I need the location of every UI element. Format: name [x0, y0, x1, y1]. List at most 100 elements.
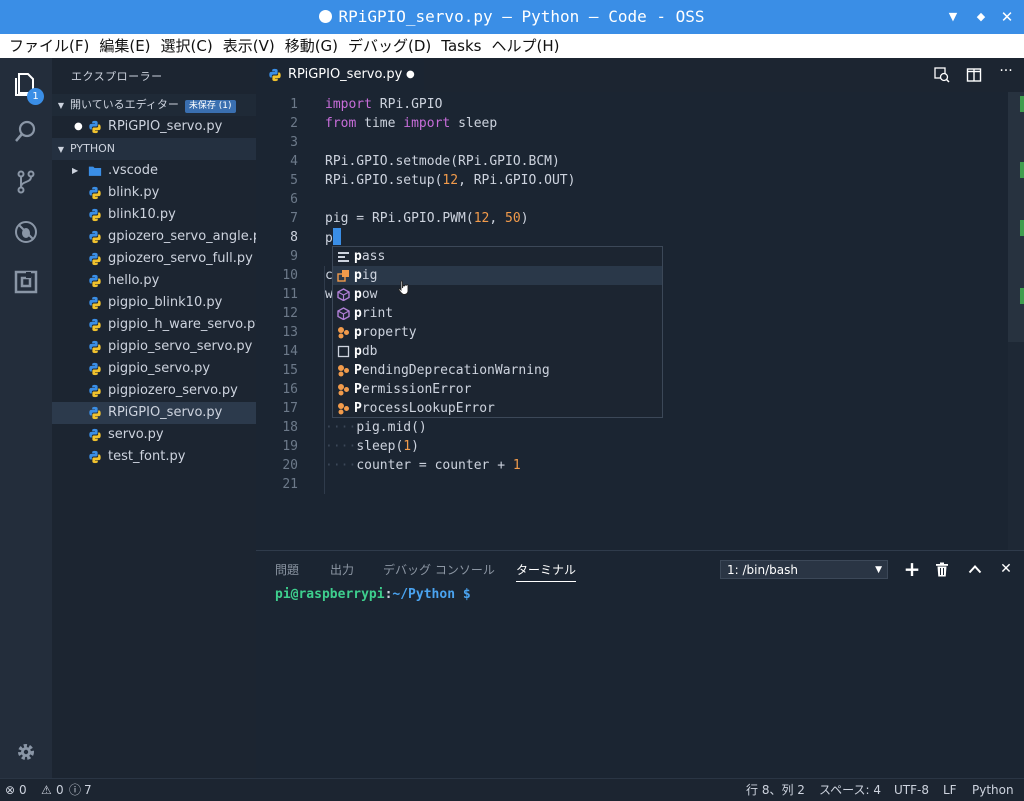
dropdown-arrow-icon: ▼ [875, 565, 882, 575]
menu-selection[interactable]: 選択(C) [161, 34, 213, 58]
encoding[interactable]: UTF-8 [894, 779, 929, 801]
bottom-panel: 問題 出力 デバッグ コンソール ターミナル 1: /bin/bash ▼ + ✕… [256, 550, 1024, 779]
suggestion-item[interactable]: PermissionError [333, 380, 662, 399]
file-icon [337, 345, 350, 358]
file-item-selected[interactable]: RPiGPIO_servo.py [52, 402, 256, 424]
window-title: RPiGPIO_servo.py — Python — Code - OSS [0, 0, 1024, 34]
source-control-activity[interactable] [0, 162, 52, 202]
suggestion-item-selected[interactable]: pig [333, 266, 662, 285]
python-file-icon [88, 274, 102, 288]
folder-item[interactable]: ▶ .vscode [52, 160, 256, 182]
file-item[interactable]: pigpio_servo_servo.py [52, 336, 256, 358]
python-file-icon [88, 384, 102, 398]
file-item[interactable]: test_font.py [52, 446, 256, 468]
file-item[interactable]: pigpio_blink10.py [52, 292, 256, 314]
language-mode[interactable]: Python [972, 779, 1014, 801]
keyword-icon [338, 252, 349, 262]
close-button[interactable]: ✕ [994, 0, 1020, 34]
python-file-icon [88, 450, 102, 464]
maximize-panel-button[interactable] [964, 558, 986, 580]
no-bug-icon [15, 221, 37, 243]
end-of-line[interactable]: LF [943, 779, 957, 801]
class-icon [338, 327, 349, 339]
extensions-activity[interactable] [0, 262, 52, 302]
suggestion-item[interactable]: pass [333, 247, 662, 266]
error-count[interactable]: 0 [19, 779, 27, 801]
debug-activity[interactable] [0, 212, 52, 252]
maximize-button[interactable]: ◆ [968, 0, 994, 34]
menu-help[interactable]: ヘルプ(H) [491, 34, 559, 58]
python-file-icon [88, 428, 102, 442]
file-item[interactable]: gpiozero_servo_full.py [52, 248, 256, 270]
tab-debug-console[interactable]: デバッグ コンソール [383, 561, 495, 578]
chevron-up-icon [968, 565, 982, 574]
suggestion-item[interactable]: property [333, 323, 662, 342]
variable-icon [337, 270, 349, 282]
suggestion-item[interactable]: ProcessLookupError [333, 399, 662, 418]
class-icon [338, 384, 349, 396]
file-item[interactable]: gpiozero_servo_angle.py [52, 226, 269, 248]
suggestion-item[interactable]: pdb [333, 342, 662, 361]
cursor-position[interactable]: 行 8、列 2 [746, 779, 805, 801]
python-file-icon [88, 296, 102, 310]
menu-tasks[interactable]: Tasks [441, 34, 481, 58]
menu-file[interactable]: ファイル(F) [9, 34, 89, 58]
menu-bar: ファイル(F) 編集(E) 選択(C) 表示(V) 移動(G) デバッグ(D) Tasks ヘ… [0, 34, 1024, 59]
menu-go[interactable]: 移動(G) [285, 34, 338, 58]
dirty-dot-icon [319, 10, 333, 23]
search-activity[interactable] [0, 112, 52, 152]
close-panel-button[interactable]: ✕ [995, 558, 1017, 580]
python-file-icon [88, 230, 102, 244]
file-item[interactable]: blink.py [52, 182, 256, 204]
text-cursor [332, 228, 341, 245]
tab-terminal[interactable]: ターミナル [516, 561, 577, 582]
python-file-icon [88, 186, 102, 200]
info-icon: ⓘ [69, 783, 82, 797]
scroll-thumb[interactable] [1008, 92, 1024, 342]
file-item[interactable]: pigpio_servo.py [52, 358, 256, 380]
gear-icon [18, 744, 34, 760]
explorer-sidebar: エクスプローラー ▼ 開いているエディター 未保存 (1) ● RPiGPIO_se… [52, 58, 269, 778]
file-item[interactable]: pigpio_h_ware_servo.py [52, 314, 263, 336]
git-branch-icon [17, 170, 35, 194]
indent-guide [324, 266, 325, 494]
file-item[interactable]: pigpiozero_servo.py [52, 380, 256, 402]
manage-activity[interactable] [0, 732, 52, 772]
minimize-button[interactable]: ▼ [940, 0, 966, 34]
tab-output[interactable]: 出力 [330, 561, 354, 578]
kill-terminal-button[interactable] [931, 558, 953, 580]
file-item[interactable]: blink10.py [52, 204, 256, 226]
suggestion-item[interactable]: pow [333, 285, 662, 304]
suggestion-item[interactable]: print [333, 304, 662, 323]
terminal-output[interactable]: pi@raspberrypi:~/Python $ [275, 585, 471, 604]
title-bar: RPiGPIO_servo.py — Python — Code - OSS ▼… [0, 0, 1024, 34]
suggestion-item[interactable]: PendingDeprecationWarning [333, 361, 662, 380]
info-count[interactable]: 7 [84, 779, 92, 801]
menu-edit[interactable]: 編集(E) [99, 34, 150, 58]
file-item[interactable]: servo.py [52, 424, 256, 446]
explorer-badge: 1 [27, 88, 44, 105]
warning-count[interactable]: 0 [56, 779, 64, 801]
python-file-icon [88, 120, 102, 134]
chevron-right-icon: ▶ [72, 166, 79, 175]
open-editor-item[interactable]: ● RPiGPIO_servo.py [52, 116, 256, 138]
close-icon: ✕ [1000, 561, 1012, 577]
menu-view[interactable]: 表示(V) [223, 34, 275, 58]
indentation[interactable]: スペース: 4 [819, 779, 881, 801]
dirty-dot-icon: ● [74, 121, 83, 132]
editor-scrollbar[interactable] [1008, 92, 1024, 550]
module-icon [337, 288, 350, 301]
open-editors-section[interactable]: ▼ 開いているエディター 未保存 (1) [52, 94, 256, 116]
terminal-select[interactable]: 1: /bin/bash ▼ [720, 560, 888, 579]
search-icon [15, 120, 36, 142]
file-item[interactable]: hello.py [52, 270, 256, 292]
status-bar: ⊗ 0 ⚠ 0 ⓘ 7 行 8、列 2 スペース: 4 UTF-8 LF Pyt… [0, 778, 1024, 801]
python-folder-section[interactable]: ▼ PYTHON [52, 138, 256, 160]
menu-debug[interactable]: デバッグ(D) [348, 34, 431, 58]
new-terminal-button[interactable]: + [901, 557, 923, 581]
explorer-activity[interactable]: 1 [0, 64, 52, 105]
python-file-icon [88, 208, 102, 222]
tab-problems[interactable]: 問題 [275, 561, 299, 578]
explorer-header: エクスプローラー [71, 70, 163, 83]
python-file-icon [88, 252, 102, 266]
